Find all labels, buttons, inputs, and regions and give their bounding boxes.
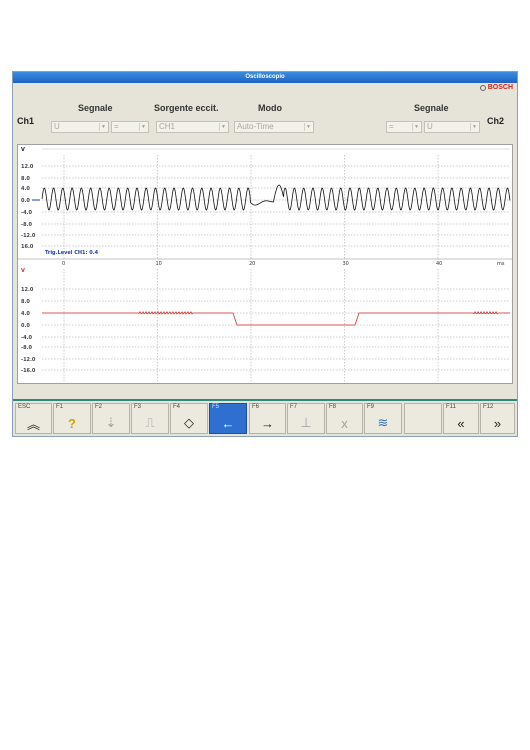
- waveform-icon: ≋: [377, 415, 389, 430]
- function-key-blank[interactable]: [404, 403, 442, 434]
- ch1-operator-select[interactable]: = ▼: [111, 121, 149, 133]
- function-key-label: F5: [212, 404, 220, 410]
- function-key-label: ESC: [18, 404, 31, 410]
- brand-text: BOSCH: [487, 84, 513, 91]
- top-y-tick: 12.0: [21, 164, 34, 170]
- top-unit-label: V: [21, 147, 25, 153]
- source-value: CH1: [159, 122, 176, 131]
- function-key-f2[interactable]: F2 ⇣: [92, 403, 130, 434]
- function-key-f3[interactable]: F3 ⎍: [131, 403, 169, 434]
- chevron-down-icon: ▼: [139, 123, 147, 131]
- ch1-signal-value: U: [54, 122, 60, 131]
- function-key-label: F6: [252, 404, 260, 410]
- trigger-level-label: Trig.Level CH1: 0.4: [45, 250, 99, 256]
- oscilloscope-display[interactable]: V 12.0 8.0 4.0 0.0 -4.0 -8.0 -12.0 16.0 Trig.Leve…: [17, 144, 513, 384]
- ch2-label: Ch2: [487, 116, 505, 126]
- bosch-mark-icon: [479, 84, 486, 91]
- control-panel: Ch1 Ch2 Segnale Sorgente eccit. Modo Seg…: [13, 93, 517, 143]
- function-key-esc[interactable]: ESC ︽: [15, 403, 52, 434]
- bottom-unit-label: V: [21, 268, 25, 274]
- header-segnale-right: Segnale: [414, 103, 449, 113]
- ch1-label: Ch1: [17, 116, 35, 126]
- function-key-f6[interactable]: F6 →: [249, 403, 286, 434]
- bottom-y-tick: 0.0: [21, 323, 30, 329]
- ch2-operator-select[interactable]: = ▼: [386, 121, 422, 133]
- function-key-f7[interactable]: F7 ⊥: [287, 403, 325, 434]
- function-key-label: F1: [56, 404, 64, 410]
- x-tick: 10: [156, 261, 162, 267]
- cursor-down-icon: ⇣: [105, 415, 117, 430]
- mode-value: Auto-Time: [237, 122, 274, 131]
- double-up-chevron-icon: ︽: [26, 416, 40, 432]
- ch2-operator-value: =: [389, 122, 394, 131]
- function-key-label: F9: [367, 404, 375, 410]
- ch2-signal-select[interactable]: U ▼: [424, 121, 480, 133]
- function-key-f12[interactable]: F12 »: [480, 403, 515, 434]
- ch1-operator-value: =: [114, 122, 119, 131]
- header-segnale-left: Segnale: [78, 103, 113, 113]
- function-key-label: F11: [446, 404, 456, 410]
- top-y-tick: 0.0: [21, 198, 30, 204]
- arrow-right-icon: →: [261, 415, 274, 431]
- blank-icon: [405, 414, 441, 432]
- header-modo: Modo: [258, 103, 282, 113]
- bottom-y-tick: -16.0: [21, 368, 36, 374]
- brand-logo: BOSCH: [479, 84, 513, 91]
- cursor-measure-icon: ⊥: [300, 415, 312, 430]
- function-key-label: F12: [483, 404, 494, 410]
- function-key-label: F8: [329, 404, 337, 410]
- top-y-tick: 16.0: [21, 244, 34, 250]
- x-tick: 0: [62, 261, 65, 267]
- chevron-down-icon: ▼: [412, 123, 420, 131]
- bottom-y-tick: -8.0: [21, 345, 32, 351]
- window-title: Oscilloscopio: [13, 72, 517, 83]
- x-axis-icon: x: [341, 415, 348, 431]
- function-key-f1[interactable]: F1?: [53, 403, 91, 434]
- mode-select[interactable]: Auto-Time ▼: [234, 121, 314, 133]
- ch2-signal-value: U: [427, 122, 433, 131]
- trigger-edge-icon: ⎍: [145, 415, 155, 430]
- ch1-signal-select[interactable]: U ▼: [51, 121, 109, 133]
- source-select[interactable]: CH1 ▼: [156, 121, 229, 133]
- top-y-tick: -12.0: [21, 233, 36, 239]
- function-key-f8[interactable]: F8 x: [326, 403, 363, 434]
- top-y-tick: 4.0: [21, 186, 30, 192]
- double-right-chevron-icon: »: [493, 415, 502, 431]
- help-person-icon: ?: [68, 415, 76, 431]
- function-key-label: F2: [95, 404, 103, 410]
- bottom-y-tick: 4.0: [21, 311, 30, 317]
- function-key-f5[interactable]: F5 ←: [209, 403, 247, 434]
- chevron-down-icon: ▼: [99, 123, 107, 131]
- function-key-f11[interactable]: F11 «: [443, 403, 479, 434]
- x-tick: 20: [249, 261, 255, 267]
- x-tick: 40: [436, 261, 442, 267]
- x-tick: 30: [343, 261, 349, 267]
- chevron-down-icon: ▼: [219, 123, 227, 131]
- function-key-f9[interactable]: F9 ≋: [364, 403, 402, 434]
- function-key-label: F7: [290, 404, 298, 410]
- bottom-y-tick: -12.0: [21, 357, 36, 363]
- function-key-label: F3: [134, 404, 142, 410]
- double-left-chevron-icon: «: [457, 415, 465, 431]
- function-key-f4[interactable]: F4 ◇: [170, 403, 208, 434]
- function-key-label: F4: [173, 404, 181, 410]
- bottom-y-tick: -4.0: [21, 335, 32, 341]
- header-sorgente: Sorgente eccit.: [154, 103, 219, 113]
- bottom-y-tick: 12.0: [21, 287, 34, 293]
- top-y-tick: 8.0: [21, 176, 30, 182]
- top-y-tick: -8.0: [21, 222, 32, 228]
- scope-canvas: V 12.0 8.0 4.0 0.0 -4.0 -8.0 -12.0 16.0 Trig.Leve…: [18, 145, 512, 383]
- function-key-bar: ESC ︽ F1? F2 ⇣ F3 ⎍ F4 ◇ F5 ← F6 → F7 ⊥ F8 x F9 ≋ F11 «F12»: [13, 399, 517, 436]
- time-unit-label: ms: [497, 261, 505, 267]
- arrow-left-icon: ←: [221, 415, 235, 431]
- diamond-icon: ◇: [184, 415, 194, 430]
- chevron-down-icon: ▼: [470, 123, 478, 131]
- oscilloscope-window: Oscilloscopio BOSCH Ch1 Ch2 Segnale Sorg…: [12, 71, 518, 437]
- bottom-y-tick: 8.0: [21, 299, 30, 305]
- chevron-down-icon: ▼: [304, 123, 312, 131]
- top-y-tick: -4.0: [21, 210, 32, 216]
